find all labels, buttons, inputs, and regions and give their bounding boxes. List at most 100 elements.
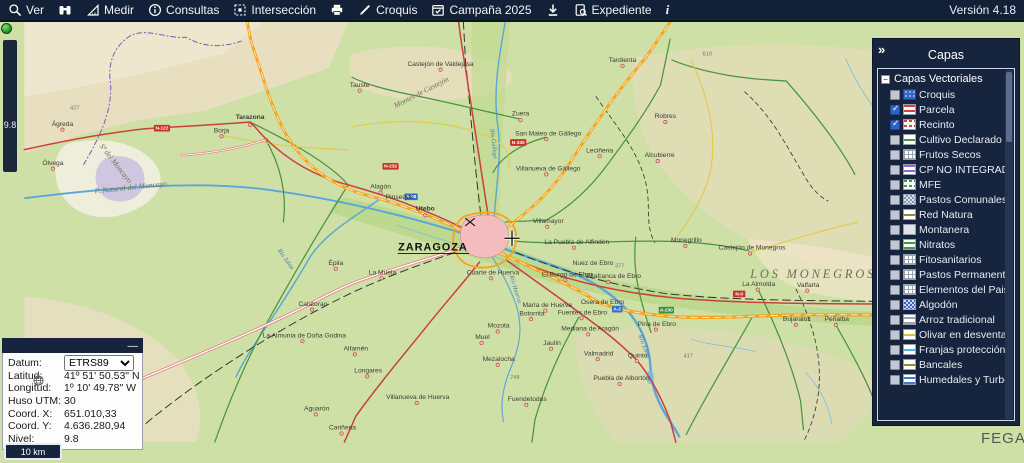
layer-checkbox[interactable]	[890, 285, 900, 295]
latitude-value: 41º 51' 50.53" N	[64, 370, 140, 382]
layer-checkbox[interactable]	[890, 330, 900, 340]
svg-text:417: 417	[683, 353, 693, 359]
datum-select[interactable]: ETRS89	[64, 355, 134, 371]
coordinates-panel: — Datum: ETRS89 Latitud:41º 51' 50.53" N…	[2, 338, 143, 450]
svg-text:Nuez de Ebro: Nuez de Ebro	[573, 260, 614, 267]
coord-x-row: Coord. X:651.010,33	[8, 407, 138, 420]
layer-item-mfe[interactable]: MFE	[878, 177, 1014, 192]
svg-text:La Almolda: La Almolda	[742, 281, 775, 288]
info-italic-icon: i	[666, 2, 670, 18]
longitude-value: 1º 10' 49.78" W	[64, 382, 136, 394]
svg-text:Botorrita: Botorrita	[519, 310, 544, 317]
layer-label: Fitosanitarios	[919, 254, 981, 266]
toolbar-expediente-button[interactable]: Expediente	[574, 3, 652, 17]
layer-item-fitosanitarios[interactable]: Fitosanitarios	[878, 252, 1014, 267]
layers-scrollbar[interactable]	[1005, 70, 1013, 419]
layer-item-humedales-y-turberas[interactable]: Humedales y Turberas	[878, 372, 1014, 387]
zoom-slider[interactable]: 9.8	[3, 40, 17, 172]
svg-text:A-2: A-2	[613, 307, 621, 313]
layer-label: Pastos Comunales	[919, 194, 1007, 206]
layer-checkbox[interactable]	[890, 300, 900, 310]
layer-checkbox[interactable]	[890, 150, 900, 160]
panel-collapse-button[interactable]: »	[878, 42, 885, 57]
layer-item-nitratos[interactable]: Nitratos	[878, 237, 1014, 252]
svg-text:San Mateo de Gállego: San Mateo de Gállego	[515, 130, 582, 137]
layer-item-recinto[interactable]: Recinto	[878, 117, 1014, 132]
datum-label: Datum:	[8, 357, 64, 369]
layer-label: CP NO INTEGRADAS	[919, 164, 1012, 176]
longitude-row: Longitud:1º 10' 49.78" W	[8, 382, 138, 395]
svg-text:Mediana de Aragón: Mediana de Aragón	[561, 326, 619, 333]
layer-item-cp-no-integradas[interactable]: CP NO INTEGRADAS	[878, 162, 1014, 177]
globe-icon	[33, 375, 44, 386]
collapse-minus-icon[interactable]: −	[881, 75, 890, 84]
scale-label: 10 km	[21, 447, 46, 457]
layer-checkbox[interactable]	[890, 210, 900, 220]
layer-checkbox[interactable]	[890, 90, 900, 100]
layer-style-icon	[903, 149, 916, 160]
layers-panel-title: Capas	[873, 39, 1019, 62]
layer-item-red-natura[interactable]: Red Natura	[878, 207, 1014, 222]
layer-checkbox[interactable]	[890, 225, 900, 235]
layer-checkbox[interactable]	[890, 255, 900, 265]
layer-style-icon	[903, 284, 916, 295]
coordinates-panel-header[interactable]: —	[2, 338, 143, 353]
layer-item-franjas-proteccion[interactable]: Franjas protección	[878, 342, 1014, 357]
svg-text:Muel: Muel	[475, 334, 490, 341]
toolbar-ver-button[interactable]: Ver	[8, 3, 44, 17]
layer-item-bancales[interactable]: Bancales	[878, 357, 1014, 372]
minimize-icon[interactable]: —	[128, 340, 139, 352]
layer-checkbox[interactable]	[890, 135, 900, 145]
map-canvas[interactable]: N-232 N-122 N-II N-330 A-2 A-68 A-230 42…	[0, 22, 1024, 463]
map-viewport[interactable]: N-232 N-122 N-II N-330 A-2 A-68 A-230 42…	[0, 22, 1024, 463]
layer-item-parcela[interactable]: Parcela	[878, 102, 1014, 117]
svg-text:Alcubierre: Alcubierre	[645, 152, 675, 159]
layer-item-cultivo-declarado[interactable]: Cultivo Declarado	[878, 132, 1014, 147]
svg-text:Pina de Ebro: Pina de Ebro	[638, 321, 677, 328]
toolbar-print-button[interactable]	[330, 3, 344, 17]
toolbar-binoculars-button[interactable]	[58, 3, 72, 17]
scrollbar-thumb[interactable]	[1006, 72, 1012, 142]
layer-item-olivar-en-desventaja[interactable]: Olivar en desventaja	[878, 327, 1014, 342]
svg-text:Villanueva de Huerva: Villanueva de Huerva	[386, 394, 449, 401]
toolbar-campana-button[interactable]: Campaña 2025	[431, 3, 531, 17]
layer-label: Elementos del Paisaje	[919, 284, 1012, 296]
toolbar-croquis-button[interactable]: Croquis	[358, 3, 417, 17]
svg-text:Villamayor: Villamayor	[533, 218, 565, 225]
layer-checkbox[interactable]	[890, 120, 900, 130]
layer-checkbox[interactable]	[890, 240, 900, 250]
layer-checkbox[interactable]	[890, 270, 900, 280]
toolbar-label: Croquis	[376, 3, 417, 17]
toolbar-info-button[interactable]: i	[666, 2, 670, 18]
layer-item-frutos-secos[interactable]: Frutos Secos	[878, 147, 1014, 162]
toolbar-consultas-button[interactable]: Consultas	[148, 3, 219, 17]
layer-item-elementos-del-paisaje[interactable]: Elementos del Paisaje	[878, 282, 1014, 297]
svg-text:748: 748	[510, 375, 520, 381]
layer-item-pastos-comunales[interactable]: Pastos Comunales	[878, 192, 1014, 207]
layer-style-icon	[903, 224, 916, 235]
layer-label: Red Natura	[919, 209, 973, 221]
layer-checkbox[interactable]	[890, 180, 900, 190]
toolbar-label: Medir	[104, 3, 134, 17]
toolbar-interseccion-button[interactable]: Intersección	[233, 3, 316, 17]
layer-checkbox[interactable]	[890, 195, 900, 205]
layer-item-croquis[interactable]: Croquis	[878, 87, 1014, 102]
svg-text:Alagón: Alagón	[370, 184, 391, 191]
layer-checkbox[interactable]	[890, 315, 900, 325]
layer-checkbox[interactable]	[890, 105, 900, 115]
layer-item-arroz-tradicional[interactable]: Arroz tradicional	[878, 312, 1014, 327]
layer-style-icon	[903, 119, 916, 130]
layer-item-algodon[interactable]: Algodón	[878, 297, 1014, 312]
layer-item-montanera[interactable]: Montanera	[878, 222, 1014, 237]
layer-checkbox[interactable]	[890, 360, 900, 370]
intersection-icon	[233, 3, 247, 17]
layers-group-vectoriales[interactable]: − Capas Vectoriales	[878, 69, 1014, 87]
layer-item-pastos-permanentes[interactable]: Pastos Permanentes	[878, 267, 1014, 282]
layer-checkbox[interactable]	[890, 165, 900, 175]
layer-checkbox[interactable]	[890, 345, 900, 355]
toolbar-medir-button[interactable]: Medir	[86, 3, 134, 17]
layer-checkbox[interactable]	[890, 375, 900, 385]
layer-style-icon	[903, 329, 916, 340]
svg-text:Alfamén: Alfamén	[344, 346, 369, 353]
toolbar-download-button[interactable]	[546, 3, 560, 17]
